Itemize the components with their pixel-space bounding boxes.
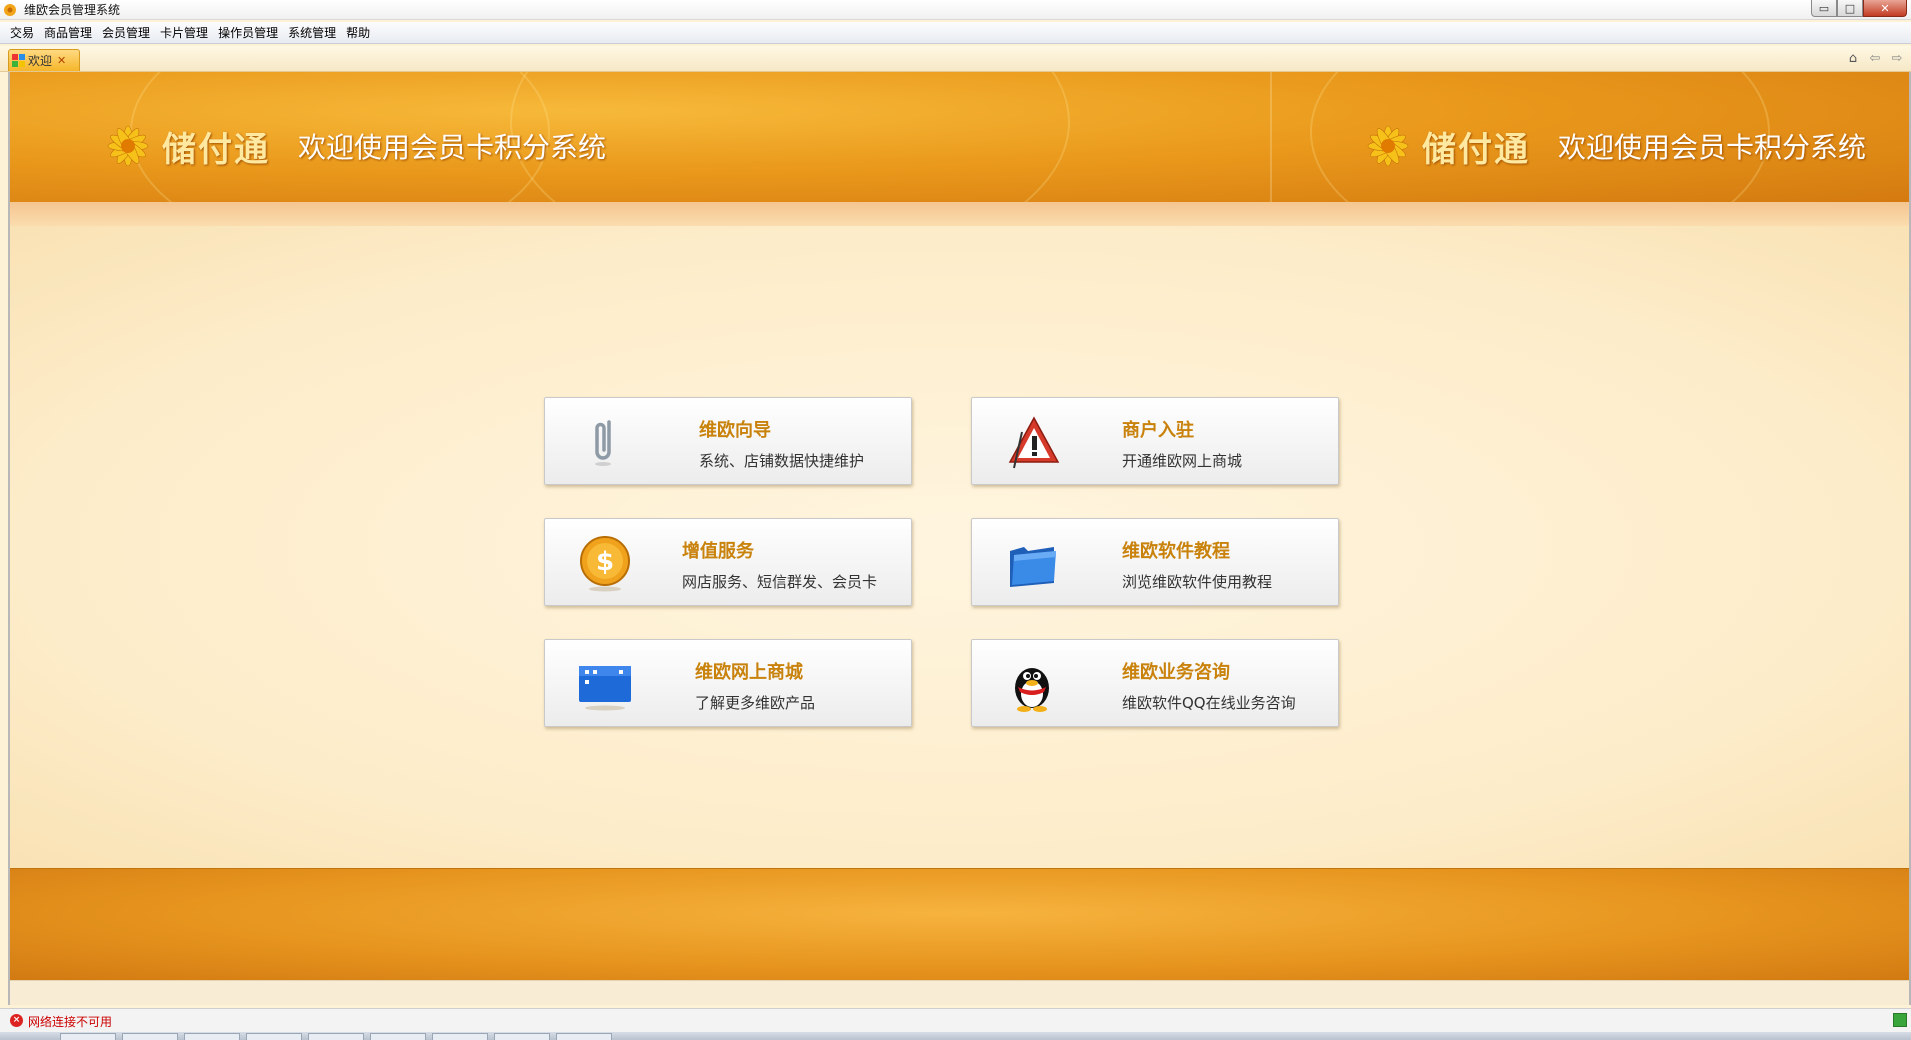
title-bar: 维欧会员管理系统 ▭ □ ✕ bbox=[0, 0, 1911, 20]
card-desc: 开通维欧网上商城 bbox=[1122, 452, 1243, 470]
brand-name: 储付通 bbox=[1422, 129, 1530, 170]
menu-cards[interactable]: 卡片管理 bbox=[156, 22, 214, 43]
home-icon[interactable]: ⌂ bbox=[1845, 51, 1861, 67]
close-button[interactable]: ✕ bbox=[1863, 0, 1907, 17]
taskbar-item[interactable] bbox=[184, 1033, 240, 1040]
card-desc: 了解更多维欧产品 bbox=[695, 694, 816, 712]
card-title: 维欧网上商城 bbox=[695, 662, 803, 683]
card-title: 增值服务 bbox=[682, 541, 754, 562]
menu-trade[interactable]: 交易 bbox=[6, 22, 40, 43]
menu-members[interactable]: 会员管理 bbox=[98, 22, 156, 43]
tab-welcome[interactable]: 欢迎 ✕ bbox=[8, 49, 80, 71]
warning-icon bbox=[1008, 416, 1060, 469]
taskbar-item[interactable] bbox=[494, 1033, 550, 1040]
taskbar-item[interactable] bbox=[370, 1033, 426, 1040]
minimize-button[interactable]: ▭ bbox=[1811, 0, 1837, 17]
card-value-added[interactable]: $ 增值服务 网店服务、短信群发、会员卡 bbox=[544, 518, 912, 606]
taskbar-item[interactable] bbox=[556, 1033, 612, 1040]
status-bar: × 网络连接不可用 bbox=[0, 1008, 1911, 1032]
menu-bar: 交易 商品管理 会员管理 卡片管理 操作员管理 系统管理 帮助 bbox=[0, 22, 1911, 44]
tab-label: 欢迎 bbox=[28, 54, 53, 68]
welcome-text: 欢迎使用会员卡积分系统 bbox=[298, 131, 607, 164]
tab-strip: 欢迎 ✕ ⌂ ⇦ ⇨ bbox=[0, 46, 1911, 72]
flower-logo-icon bbox=[1367, 125, 1409, 167]
menu-help[interactable]: 帮助 bbox=[342, 22, 376, 43]
card-online-mall[interactable]: 维欧网上商城 了解更多维欧产品 bbox=[544, 639, 912, 727]
qq-penguin-icon bbox=[1015, 668, 1049, 712]
footer-banner bbox=[10, 868, 1909, 980]
paperclip-icon bbox=[595, 420, 611, 466]
card-desc: 浏览维欧软件使用教程 bbox=[1122, 573, 1273, 591]
taskbar-item[interactable] bbox=[122, 1033, 178, 1040]
card-title: 维欧软件教程 bbox=[1122, 541, 1230, 562]
card-title: 维欧业务咨询 bbox=[1122, 662, 1230, 683]
forward-arrow-icon[interactable]: ⇨ bbox=[1889, 51, 1905, 67]
taskbar bbox=[0, 1032, 1911, 1040]
welcome-page: 储付通 欢迎使用会员卡积分系统 储付通 欢迎使用会员卡积分系统 维欧向导 系统、… bbox=[8, 72, 1911, 1005]
window-controls: ▭ □ ✕ bbox=[1811, 0, 1907, 17]
card-title: 商户入驻 bbox=[1122, 420, 1194, 441]
card-desc: 维欧软件QQ在线业务咨询 bbox=[1122, 694, 1296, 712]
dollar-coin-icon: $ bbox=[580, 536, 630, 592]
tab-close-icon[interactable]: ✕ bbox=[57, 54, 66, 67]
card-tutorial[interactable]: 维欧软件教程 浏览维欧软件使用教程 bbox=[971, 518, 1339, 606]
tab-nav: ⌂ ⇦ ⇨ bbox=[1845, 51, 1905, 67]
card-desc: 系统、店铺数据快捷维护 bbox=[699, 452, 865, 470]
flower-logo-icon bbox=[107, 125, 149, 167]
shortcut-area: 维欧向导 系统、店铺数据快捷维护 商户入驻 开通维欧网上商城 $ 增值服务 网店… bbox=[10, 226, 1909, 868]
menu-goods[interactable]: 商品管理 bbox=[40, 22, 98, 43]
brand-name: 储付通 bbox=[162, 129, 270, 170]
error-icon: × bbox=[10, 1014, 23, 1027]
card-title: 维欧向导 bbox=[699, 420, 771, 441]
status-text: 网络连接不可用 bbox=[28, 1015, 113, 1029]
taskbar-item[interactable] bbox=[246, 1033, 302, 1040]
banner-divider bbox=[1270, 72, 1272, 202]
grid-icon bbox=[12, 54, 25, 67]
welcome-banner: 储付通 欢迎使用会员卡积分系统 储付通 欢迎使用会员卡积分系统 bbox=[10, 72, 1909, 202]
banner-logo-right: 储付通 欢迎使用会员卡积分系统 bbox=[1362, 120, 1866, 172]
window-title: 维欧会员管理系统 bbox=[24, 3, 121, 17]
app-flower-icon bbox=[4, 4, 16, 16]
card-desc: 网店服务、短信群发、会员卡 bbox=[682, 573, 878, 591]
menu-system[interactable]: 系统管理 bbox=[284, 22, 342, 43]
menu-operators[interactable]: 操作员管理 bbox=[214, 22, 284, 43]
banner-logo-left: 储付通 欢迎使用会员卡积分系统 bbox=[102, 120, 606, 172]
svg-text:$: $ bbox=[596, 547, 614, 577]
footer-strip bbox=[10, 980, 1909, 1005]
card-wizard[interactable]: 维欧向导 系统、店铺数据快捷维护 bbox=[544, 397, 912, 485]
maximize-button[interactable]: □ bbox=[1837, 0, 1863, 17]
card-consult[interactable]: 维欧业务咨询 维欧软件QQ在线业务咨询 bbox=[971, 639, 1339, 727]
banner-strip bbox=[10, 202, 1909, 226]
welcome-text: 欢迎使用会员卡积分系统 bbox=[1558, 131, 1867, 164]
folder-icon bbox=[1010, 547, 1056, 587]
card-merchant[interactable]: 商户入驻 开通维欧网上商城 bbox=[971, 397, 1339, 485]
network-icon[interactable] bbox=[1893, 1013, 1907, 1027]
taskbar-item[interactable] bbox=[432, 1033, 488, 1040]
film-strip-icon bbox=[579, 666, 631, 711]
back-arrow-icon[interactable]: ⇦ bbox=[1867, 51, 1883, 67]
taskbar-item[interactable] bbox=[60, 1033, 116, 1040]
taskbar-item[interactable] bbox=[308, 1033, 364, 1040]
